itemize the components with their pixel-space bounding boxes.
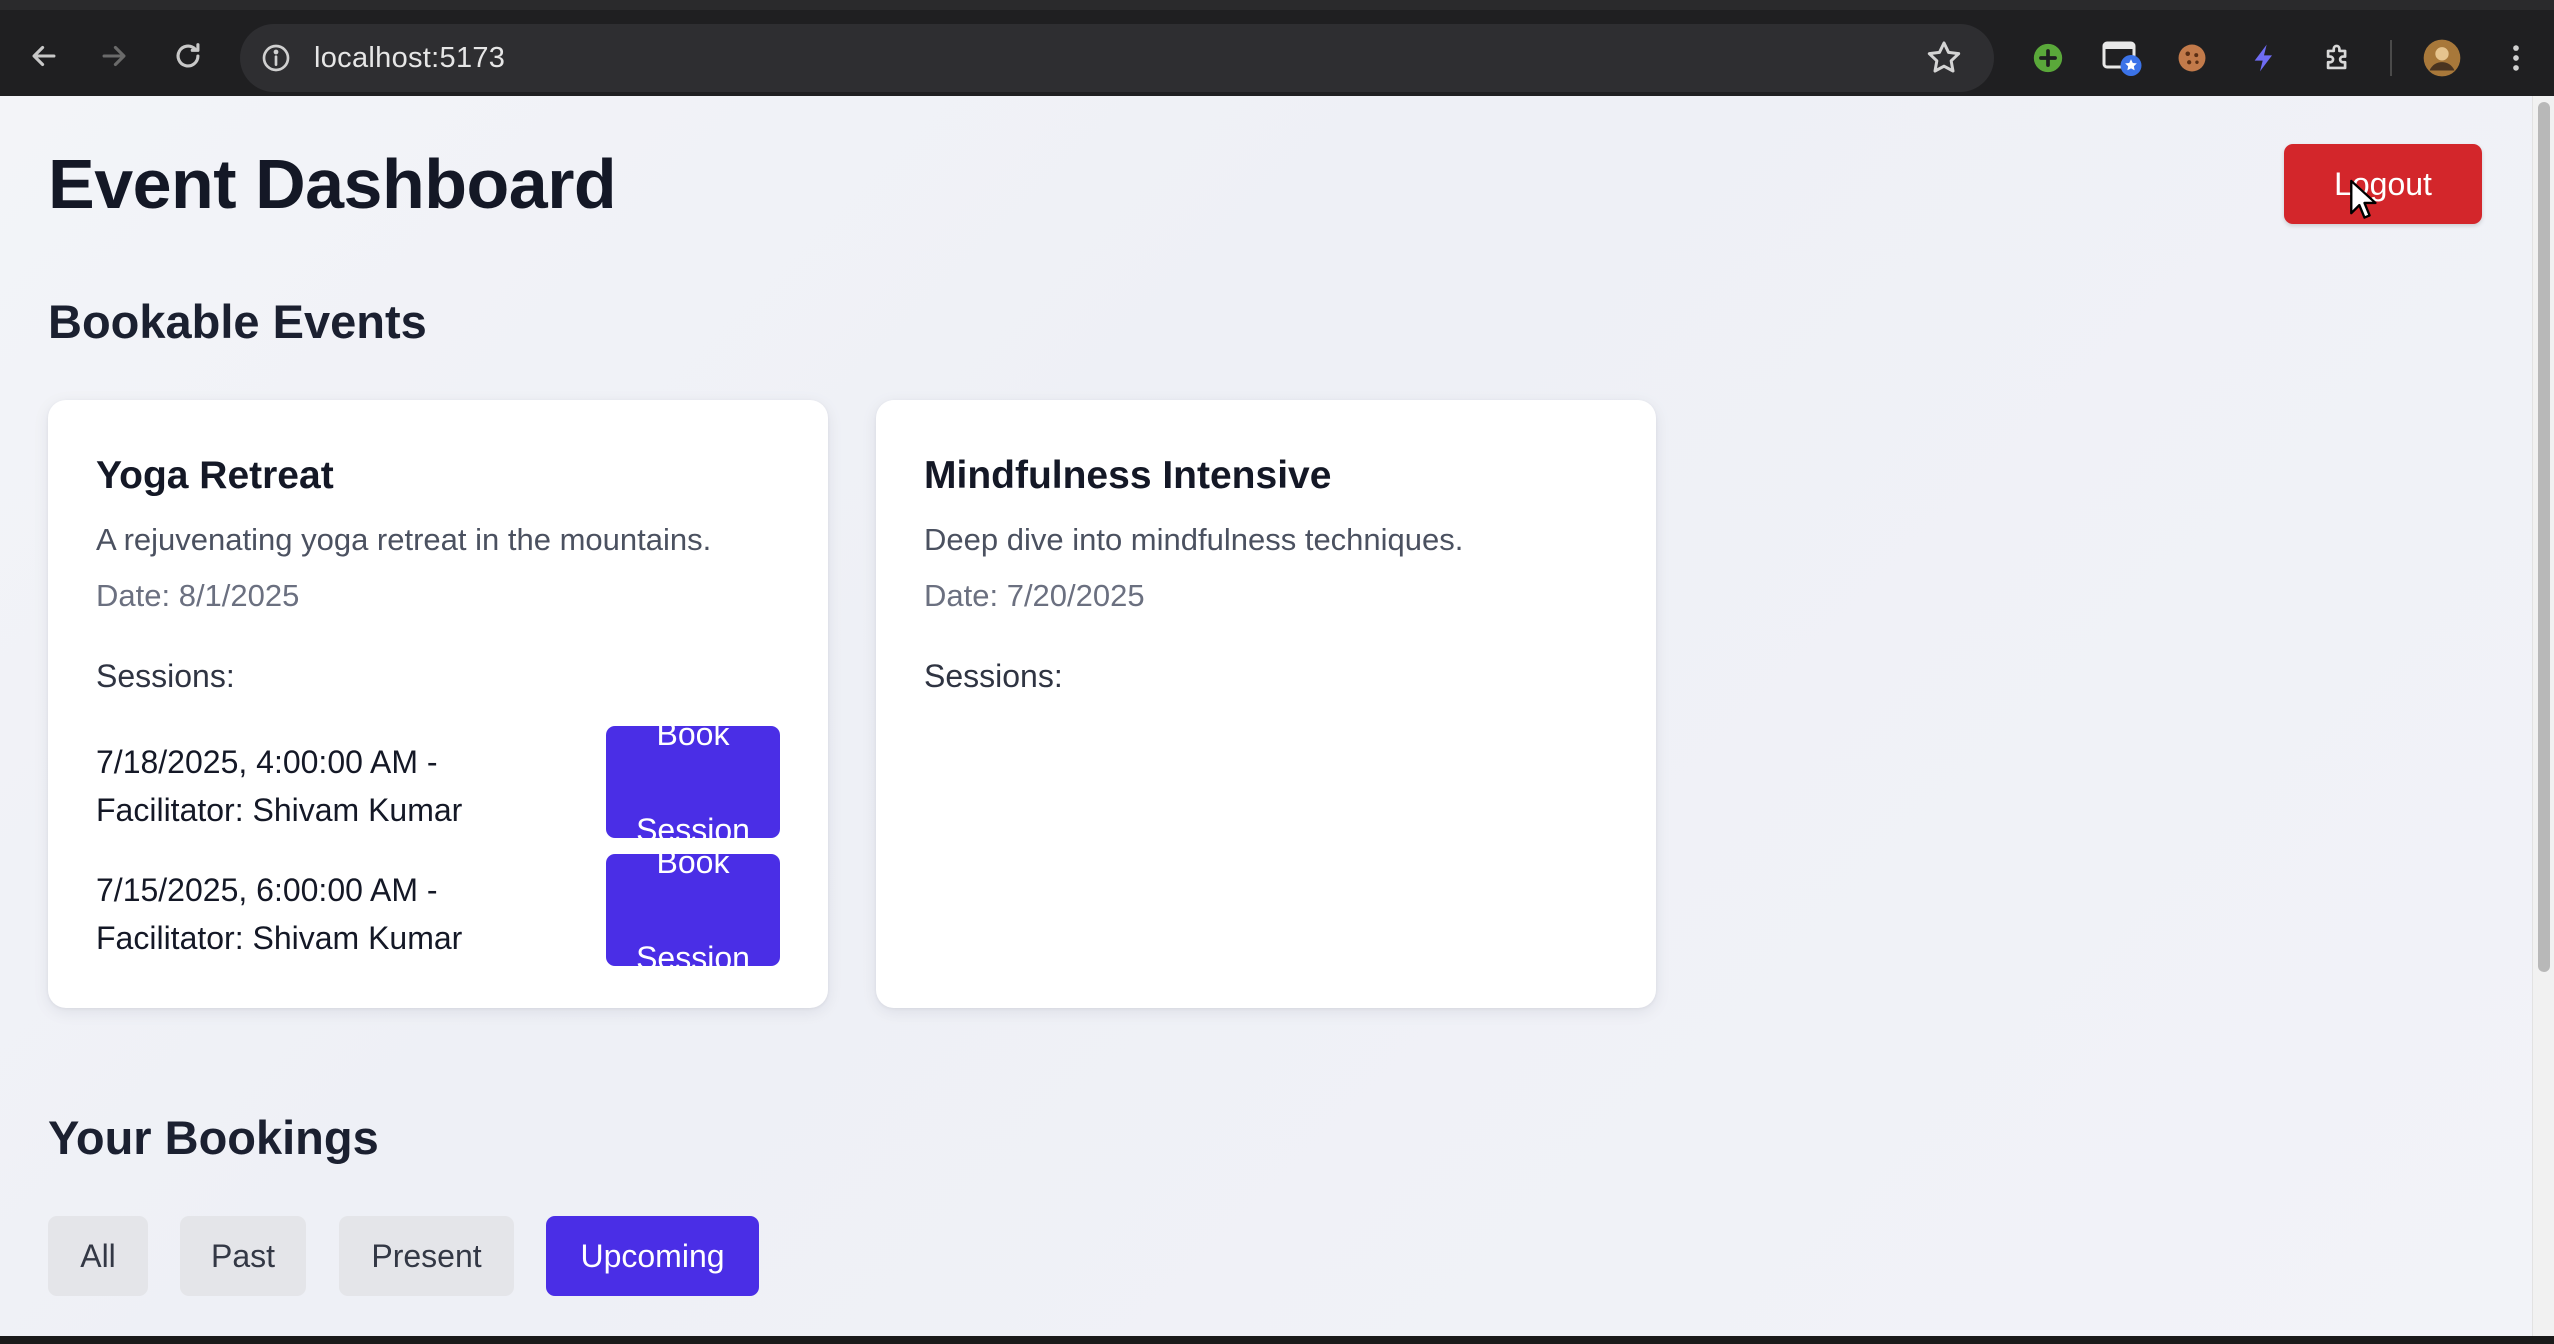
session-row: 7/18/2025, 4:00:00 AM - Facilitator: Shi… xyxy=(96,716,780,848)
event-title: Yoga Retreat xyxy=(96,454,334,497)
forward-arrow-icon[interactable] xyxy=(86,28,142,84)
page-title: Event Dashboard xyxy=(48,145,617,223)
url-text[interactable]: localhost:5173 xyxy=(314,42,505,75)
browser-toolbar: localhost:5173 xyxy=(0,0,2554,96)
session-details: 7/18/2025, 4:00:00 AM - Facilitator: Shi… xyxy=(96,738,462,834)
session-row: 7/15/2025, 6:00:00 AM - Facilitator: Shi… xyxy=(96,844,780,976)
event-card-mindfulness-intensive: Mindfulness Intensive Deep dive into min… xyxy=(876,400,1656,1008)
green-plus-extension-icon[interactable] xyxy=(2026,36,2070,80)
event-date: Date: 8/1/2025 xyxy=(96,578,300,613)
session-datetime: 7/15/2025, 6:00:00 AM - xyxy=(96,872,438,908)
event-date: Date: 7/20/2025 xyxy=(924,578,1145,613)
vertical-scrollbar[interactable] xyxy=(2532,96,2554,1336)
scrollbar-thumb[interactable] xyxy=(2538,102,2550,972)
event-card-yoga-retreat: Yoga Retreat A rejuvenating yoga retreat… xyxy=(48,400,828,1008)
event-title: Mindfulness Intensive xyxy=(924,454,1332,497)
toolbar-divider xyxy=(2390,40,2392,76)
filter-all-button[interactable]: All xyxy=(48,1216,148,1296)
mouse-pointer-icon xyxy=(2350,179,2377,219)
session-details: 7/15/2025, 6:00:00 AM - Facilitator: Shi… xyxy=(96,866,462,962)
session-facilitator: Facilitator: Shivam Kumar xyxy=(96,920,463,956)
sessions-label: Sessions: xyxy=(96,658,235,694)
book-session-button[interactable]: Book Session xyxy=(606,716,780,848)
puzzle-extensions-icon[interactable] xyxy=(2316,36,2360,80)
session-facilitator: Facilitator: Shivam Kumar xyxy=(96,792,463,828)
site-info-icon[interactable] xyxy=(258,40,294,76)
session-datetime: 7/18/2025, 4:00:00 AM - xyxy=(96,744,438,780)
reload-icon[interactable] xyxy=(160,28,216,84)
sessions-label: Sessions: xyxy=(924,658,1063,694)
filter-past-button[interactable]: Past xyxy=(180,1216,306,1296)
tab-star-extension-icon[interactable] xyxy=(2100,36,2144,80)
kebab-menu-icon[interactable] xyxy=(2494,36,2538,80)
cookie-extension-icon[interactable] xyxy=(2170,36,2214,80)
back-arrow-icon[interactable] xyxy=(16,28,72,84)
page-viewport: Event Dashboard Logout Bookable Events Y… xyxy=(0,96,2554,1336)
your-bookings-heading: Your Bookings xyxy=(48,1111,379,1164)
filter-present-button[interactable]: Present xyxy=(339,1216,514,1296)
bookmark-star-icon[interactable] xyxy=(1924,38,1964,78)
address-bar[interactable]: localhost:5173 xyxy=(240,24,1994,92)
filter-upcoming-button[interactable]: Upcoming xyxy=(546,1216,759,1296)
event-description: A rejuvenating yoga retreat in the mount… xyxy=(96,522,712,557)
bookable-events-heading: Bookable Events xyxy=(48,295,427,348)
logout-button[interactable]: Logout xyxy=(2284,144,2482,224)
event-description: Deep dive into mindfulness techniques. xyxy=(924,522,1464,557)
bolt-extension-icon[interactable] xyxy=(2242,36,2286,80)
book-session-button[interactable]: Book Session xyxy=(606,844,780,976)
profile-avatar-icon[interactable] xyxy=(2420,36,2464,80)
window-bottom-edge xyxy=(0,1336,2554,1344)
